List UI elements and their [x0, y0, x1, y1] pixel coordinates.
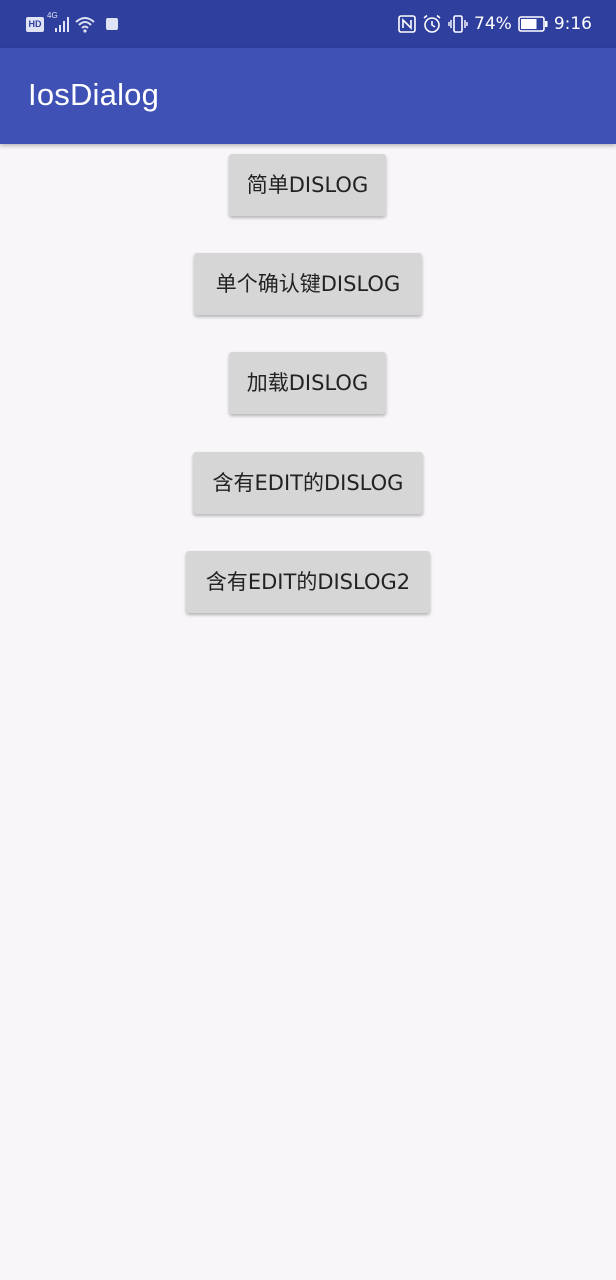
- loading-dialog-button[interactable]: 加载DISLOG: [229, 352, 386, 414]
- single-confirm-dialog-button[interactable]: 单个确认键DISLOG: [194, 253, 422, 315]
- signal-label: 4G: [47, 11, 58, 20]
- status-left-icons: HD 4G: [26, 11, 118, 34]
- edit-dialog-button[interactable]: 含有EDIT的DISLOG: [193, 452, 423, 514]
- simple-dialog-button[interactable]: 简单DISLOG: [229, 154, 386, 216]
- app-title: IosDialog: [28, 77, 160, 112]
- notification-icon: [106, 18, 118, 30]
- status-right-icons: 74% 9:16: [398, 12, 592, 36]
- clock-time: 9:16: [553, 14, 592, 34]
- vibrate-icon: [448, 14, 468, 34]
- wifi-icon: [74, 15, 96, 33]
- status-bar: HD 4G 74% 9:16: [0, 0, 616, 48]
- alarm-icon: [422, 14, 442, 34]
- battery-icon: [518, 16, 548, 32]
- edit-dialog-2-button[interactable]: 含有EDIT的DISLOG2: [186, 551, 430, 613]
- battery-percent: 74%: [474, 14, 512, 34]
- hd-badge-icon: HD: [26, 16, 44, 32]
- signal-icon: 4G: [47, 11, 70, 33]
- nfc-icon: [398, 15, 416, 33]
- app-bar: IosDialog: [0, 48, 616, 144]
